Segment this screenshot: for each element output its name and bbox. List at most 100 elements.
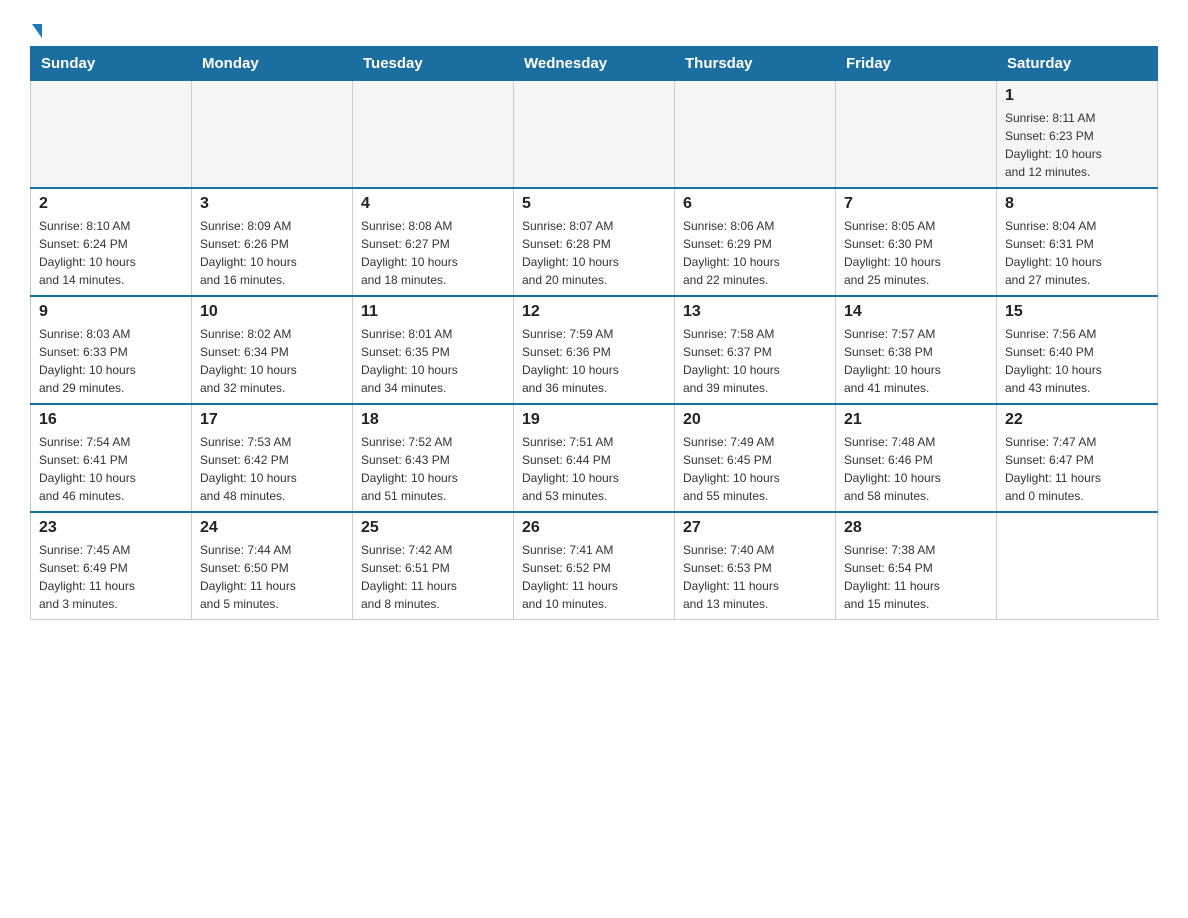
day-number: 15: [1005, 303, 1149, 321]
calendar-cell: 2 Sunrise: 8:10 AMSunset: 6:24 PMDaylight…: [31, 188, 192, 296]
logo: [30, 20, 42, 36]
calendar-cell: 22 Sunrise: 7:47 AMSunset: 6:47 PMDayligh…: [997, 404, 1158, 512]
calendar-table: SundayMondayTuesdayWednesdayThursdayFrid…: [30, 46, 1158, 620]
calendar-cell: 15 Sunrise: 7:56 AMSunset: 6:40 PMDayligh…: [997, 296, 1158, 404]
calendar-cell: 19 Sunrise: 7:51 AMSunset: 6:44 PMDayligh…: [514, 404, 675, 512]
calendar-cell: 8 Sunrise: 8:04 AMSunset: 6:31 PMDaylight…: [997, 188, 1158, 296]
day-number: 16: [39, 411, 183, 429]
day-info: Sunrise: 7:49 AMSunset: 6:45 PMDaylight:…: [683, 433, 827, 505]
calendar-cell: [836, 81, 997, 189]
day-number: 4: [361, 195, 505, 213]
weekday-header-wednesday: Wednesday: [514, 47, 675, 81]
day-info: Sunrise: 7:59 AMSunset: 6:36 PMDaylight:…: [522, 325, 666, 397]
calendar-cell: 24 Sunrise: 7:44 AMSunset: 6:50 PMDayligh…: [192, 512, 353, 620]
weekday-header-tuesday: Tuesday: [353, 47, 514, 81]
calendar-week-row: 2 Sunrise: 8:10 AMSunset: 6:24 PMDaylight…: [31, 188, 1158, 296]
day-number: 26: [522, 519, 666, 537]
calendar-cell: [997, 512, 1158, 620]
weekday-header-sunday: Sunday: [31, 47, 192, 81]
day-number: 23: [39, 519, 183, 537]
calendar-cell: 20 Sunrise: 7:49 AMSunset: 6:45 PMDayligh…: [675, 404, 836, 512]
calendar-week-row: 23 Sunrise: 7:45 AMSunset: 6:49 PMDayligh…: [31, 512, 1158, 620]
calendar-cell: 12 Sunrise: 7:59 AMSunset: 6:36 PMDayligh…: [514, 296, 675, 404]
day-number: 3: [200, 195, 344, 213]
calendar-cell: 18 Sunrise: 7:52 AMSunset: 6:43 PMDayligh…: [353, 404, 514, 512]
day-number: 21: [844, 411, 988, 429]
calendar-cell: 14 Sunrise: 7:57 AMSunset: 6:38 PMDayligh…: [836, 296, 997, 404]
day-info: Sunrise: 7:58 AMSunset: 6:37 PMDaylight:…: [683, 325, 827, 397]
calendar-cell: [31, 81, 192, 189]
weekday-header-thursday: Thursday: [675, 47, 836, 81]
day-info: Sunrise: 7:42 AMSunset: 6:51 PMDaylight:…: [361, 541, 505, 613]
day-number: 22: [1005, 411, 1149, 429]
calendar-cell: 23 Sunrise: 7:45 AMSunset: 6:49 PMDayligh…: [31, 512, 192, 620]
calendar-cell: [353, 81, 514, 189]
day-number: 17: [200, 411, 344, 429]
calendar-cell: 26 Sunrise: 7:41 AMSunset: 6:52 PMDayligh…: [514, 512, 675, 620]
day-number: 14: [844, 303, 988, 321]
day-number: 7: [844, 195, 988, 213]
calendar-cell: 21 Sunrise: 7:48 AMSunset: 6:46 PMDayligh…: [836, 404, 997, 512]
calendar-cell: 3 Sunrise: 8:09 AMSunset: 6:26 PMDaylight…: [192, 188, 353, 296]
calendar-week-row: 9 Sunrise: 8:03 AMSunset: 6:33 PMDaylight…: [31, 296, 1158, 404]
day-info: Sunrise: 7:38 AMSunset: 6:54 PMDaylight:…: [844, 541, 988, 613]
day-info: Sunrise: 8:08 AMSunset: 6:27 PMDaylight:…: [361, 217, 505, 289]
weekday-header-friday: Friday: [836, 47, 997, 81]
day-info: Sunrise: 7:57 AMSunset: 6:38 PMDaylight:…: [844, 325, 988, 397]
calendar-cell: [675, 81, 836, 189]
calendar-cell: 5 Sunrise: 8:07 AMSunset: 6:28 PMDaylight…: [514, 188, 675, 296]
day-info: Sunrise: 7:54 AMSunset: 6:41 PMDaylight:…: [39, 433, 183, 505]
calendar-cell: 10 Sunrise: 8:02 AMSunset: 6:34 PMDayligh…: [192, 296, 353, 404]
day-number: 5: [522, 195, 666, 213]
calendar-cell: 11 Sunrise: 8:01 AMSunset: 6:35 PMDayligh…: [353, 296, 514, 404]
calendar-cell: 13 Sunrise: 7:58 AMSunset: 6:37 PMDayligh…: [675, 296, 836, 404]
day-info: Sunrise: 7:53 AMSunset: 6:42 PMDaylight:…: [200, 433, 344, 505]
calendar-cell: 7 Sunrise: 8:05 AMSunset: 6:30 PMDaylight…: [836, 188, 997, 296]
day-number: 27: [683, 519, 827, 537]
page-header: [30, 20, 1158, 36]
calendar-cell: 1Sunrise: 8:11 AMSunset: 6:23 PMDaylight…: [997, 81, 1158, 189]
day-number: 24: [200, 519, 344, 537]
calendar-cell: 17 Sunrise: 7:53 AMSunset: 6:42 PMDayligh…: [192, 404, 353, 512]
calendar-cell: 28 Sunrise: 7:38 AMSunset: 6:54 PMDayligh…: [836, 512, 997, 620]
day-number: 28: [844, 519, 988, 537]
calendar-cell: 16 Sunrise: 7:54 AMSunset: 6:41 PMDayligh…: [31, 404, 192, 512]
day-info: Sunrise: 7:41 AMSunset: 6:52 PMDaylight:…: [522, 541, 666, 613]
weekday-header-saturday: Saturday: [997, 47, 1158, 81]
day-number: 20: [683, 411, 827, 429]
day-info: Sunrise: 8:04 AMSunset: 6:31 PMDaylight:…: [1005, 217, 1149, 289]
day-info: Sunrise: 7:52 AMSunset: 6:43 PMDaylight:…: [361, 433, 505, 505]
calendar-cell: 4 Sunrise: 8:08 AMSunset: 6:27 PMDaylight…: [353, 188, 514, 296]
day-info: Sunrise: 7:51 AMSunset: 6:44 PMDaylight:…: [522, 433, 666, 505]
day-number: 11: [361, 303, 505, 321]
day-info: Sunrise: 8:05 AMSunset: 6:30 PMDaylight:…: [844, 217, 988, 289]
day-info: Sunrise: 8:01 AMSunset: 6:35 PMDaylight:…: [361, 325, 505, 397]
day-number: 1: [1005, 87, 1149, 105]
day-info: Sunrise: 7:48 AMSunset: 6:46 PMDaylight:…: [844, 433, 988, 505]
calendar-cell: 9 Sunrise: 8:03 AMSunset: 6:33 PMDaylight…: [31, 296, 192, 404]
day-number: 8: [1005, 195, 1149, 213]
day-info: Sunrise: 7:40 AMSunset: 6:53 PMDaylight:…: [683, 541, 827, 613]
day-info: Sunrise: 7:44 AMSunset: 6:50 PMDaylight:…: [200, 541, 344, 613]
day-number: 2: [39, 195, 183, 213]
day-info: Sunrise: 8:03 AMSunset: 6:33 PMDaylight:…: [39, 325, 183, 397]
calendar-week-row: 16 Sunrise: 7:54 AMSunset: 6:41 PMDayligh…: [31, 404, 1158, 512]
day-number: 10: [200, 303, 344, 321]
day-number: 13: [683, 303, 827, 321]
day-info: Sunrise: 7:56 AMSunset: 6:40 PMDaylight:…: [1005, 325, 1149, 397]
day-info: Sunrise: 8:02 AMSunset: 6:34 PMDaylight:…: [200, 325, 344, 397]
day-number: 19: [522, 411, 666, 429]
calendar-cell: 27 Sunrise: 7:40 AMSunset: 6:53 PMDayligh…: [675, 512, 836, 620]
day-info: Sunrise: 7:47 AMSunset: 6:47 PMDaylight:…: [1005, 433, 1149, 505]
day-info: Sunrise: 8:07 AMSunset: 6:28 PMDaylight:…: [522, 217, 666, 289]
calendar-cell: 25 Sunrise: 7:42 AMSunset: 6:51 PMDayligh…: [353, 512, 514, 620]
day-info: Sunrise: 8:10 AMSunset: 6:24 PMDaylight:…: [39, 217, 183, 289]
day-info: Sunrise: 8:09 AMSunset: 6:26 PMDaylight:…: [200, 217, 344, 289]
day-number: 25: [361, 519, 505, 537]
calendar-cell: [192, 81, 353, 189]
day-info: Sunrise: 7:45 AMSunset: 6:49 PMDaylight:…: [39, 541, 183, 613]
calendar-cell: [514, 81, 675, 189]
day-number: 12: [522, 303, 666, 321]
day-number: 9: [39, 303, 183, 321]
day-number: 18: [361, 411, 505, 429]
